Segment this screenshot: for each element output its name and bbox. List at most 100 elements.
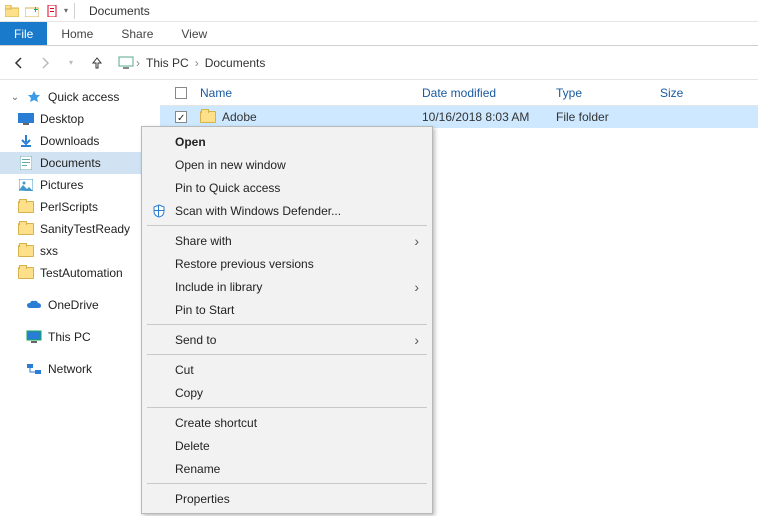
sidebar-network[interactable]: Network xyxy=(0,358,160,380)
title-bar: ▾ Documents xyxy=(0,0,758,22)
folder-icon xyxy=(200,109,216,125)
tab-home[interactable]: Home xyxy=(47,22,107,45)
chevron-right-icon: › xyxy=(414,279,419,295)
column-check[interactable] xyxy=(168,87,194,99)
caret-down-icon[interactable]: ⌄ xyxy=(10,92,20,103)
column-name[interactable]: Name xyxy=(194,86,422,100)
column-headers: Name Date modified Type Size xyxy=(160,80,758,106)
menu-rename[interactable]: Rename xyxy=(145,457,429,480)
menu-open[interactable]: Open xyxy=(145,130,429,153)
breadcrumb-segment[interactable]: Documents xyxy=(201,56,270,70)
file-date: 10/16/2018 8:03 AM xyxy=(422,110,556,124)
sidebar-item-label: Network xyxy=(48,362,92,376)
folder-icon xyxy=(18,199,34,215)
separator xyxy=(147,225,427,226)
chevron-right-icon: › xyxy=(414,332,419,348)
sidebar-quick-access[interactable]: ⌄ Quick access xyxy=(0,86,160,108)
sidebar-onedrive[interactable]: OneDrive xyxy=(0,294,160,316)
sidebar-item-label: TestAutomation xyxy=(40,266,123,280)
defender-shield-icon xyxy=(151,203,167,219)
column-date[interactable]: Date modified xyxy=(422,86,556,100)
desktop-icon xyxy=(18,111,34,127)
separator xyxy=(147,407,427,408)
sidebar-item-label: Pictures xyxy=(40,178,83,192)
menu-cut[interactable]: Cut xyxy=(145,358,429,381)
sidebar-item-downloads[interactable]: Downloads xyxy=(0,130,160,152)
navigation-pane: ⌄ Quick access Desktop Downloads Documen… xyxy=(0,80,160,516)
separator xyxy=(147,483,427,484)
menu-include-library[interactable]: Include in library › xyxy=(145,275,429,298)
chevron-right-icon[interactable]: › xyxy=(134,56,142,70)
pc-icon xyxy=(26,329,42,345)
menu-delete[interactable]: Delete xyxy=(145,434,429,457)
documents-icon xyxy=(18,155,34,171)
chevron-right-icon[interactable]: › xyxy=(193,56,201,70)
folder-icon xyxy=(4,3,20,19)
sidebar-item-label: Documents xyxy=(40,156,101,170)
forward-button[interactable] xyxy=(34,52,56,74)
sidebar-item-desktop[interactable]: Desktop xyxy=(0,108,160,130)
tab-view[interactable]: View xyxy=(167,22,221,45)
breadcrumb[interactable]: › This PC › Documents xyxy=(118,56,269,70)
menu-share-with[interactable]: Share with › xyxy=(145,229,429,252)
window-title: Documents xyxy=(89,4,150,18)
menu-label: Send to xyxy=(175,333,216,347)
sidebar-item-label: SanityTestReady xyxy=(40,222,130,236)
new-folder-icon[interactable] xyxy=(24,3,40,19)
tab-file[interactable]: File xyxy=(0,22,47,45)
tab-share[interactable]: Share xyxy=(107,22,167,45)
separator xyxy=(147,354,427,355)
menu-send-to[interactable]: Send to › xyxy=(145,328,429,351)
menu-properties[interactable]: Properties xyxy=(145,487,429,510)
star-icon xyxy=(26,89,42,105)
sidebar-item-label: This PC xyxy=(48,330,91,344)
sidebar-item-pictures[interactable]: Pictures xyxy=(0,174,160,196)
column-size[interactable]: Size xyxy=(660,86,720,100)
folder-icon xyxy=(18,265,34,281)
chevron-right-icon: › xyxy=(414,233,419,249)
menu-restore-previous[interactable]: Restore previous versions xyxy=(145,252,429,275)
column-type[interactable]: Type xyxy=(556,86,660,100)
downloads-icon xyxy=(18,133,34,149)
menu-open-new-window[interactable]: Open in new window xyxy=(145,153,429,176)
sidebar-item-sanitytestready[interactable]: SanityTestReady xyxy=(0,218,160,240)
menu-create-shortcut[interactable]: Create shortcut xyxy=(145,411,429,434)
sidebar-item-label: OneDrive xyxy=(48,298,99,312)
sidebar-item-sxs[interactable]: sxs xyxy=(0,240,160,262)
pictures-icon xyxy=(18,177,34,193)
row-checkbox[interactable] xyxy=(168,111,194,123)
back-button[interactable] xyxy=(8,52,30,74)
menu-scan-defender[interactable]: Scan with Windows Defender... xyxy=(145,199,429,222)
quick-access-toolbar: ▾ Documents xyxy=(0,3,154,19)
folder-icon xyxy=(18,221,34,237)
properties-icon[interactable] xyxy=(44,3,60,19)
ribbon-tabs: File Home Share View xyxy=(0,22,758,46)
menu-pin-start[interactable]: Pin to Start xyxy=(145,298,429,321)
sidebar-item-label: Quick access xyxy=(48,90,119,104)
menu-label: Share with xyxy=(175,234,232,248)
breadcrumb-segment[interactable]: This PC xyxy=(142,56,193,70)
cloud-icon xyxy=(26,297,42,313)
sidebar-item-testautomation[interactable]: TestAutomation xyxy=(0,262,160,284)
network-icon xyxy=(26,361,42,377)
file-type: File folder xyxy=(556,110,660,124)
separator xyxy=(147,324,427,325)
folder-icon xyxy=(18,243,34,259)
sidebar-item-label: PerlScripts xyxy=(40,200,98,214)
menu-label: Scan with Windows Defender... xyxy=(175,204,341,218)
table-row[interactable]: Adobe 10/16/2018 8:03 AM File folder xyxy=(160,106,758,128)
qat-dropdown-icon[interactable]: ▾ xyxy=(64,6,68,15)
menu-pin-quick-access[interactable]: Pin to Quick access xyxy=(145,176,429,199)
up-button[interactable] xyxy=(86,52,108,74)
sidebar-item-documents[interactable]: Documents xyxy=(0,152,160,174)
sidebar-item-label: sxs xyxy=(40,244,58,258)
sidebar-item-label: Downloads xyxy=(40,134,99,148)
separator xyxy=(74,3,75,19)
menu-label: Include in library xyxy=(175,280,262,294)
menu-copy[interactable]: Copy xyxy=(145,381,429,404)
recent-dropdown-icon[interactable]: ▾ xyxy=(60,52,82,74)
sidebar-this-pc[interactable]: This PC xyxy=(0,326,160,348)
file-name: Adobe xyxy=(222,110,257,124)
sidebar-item-perlscripts[interactable]: PerlScripts xyxy=(0,196,160,218)
sidebar-item-label: Desktop xyxy=(40,112,84,126)
